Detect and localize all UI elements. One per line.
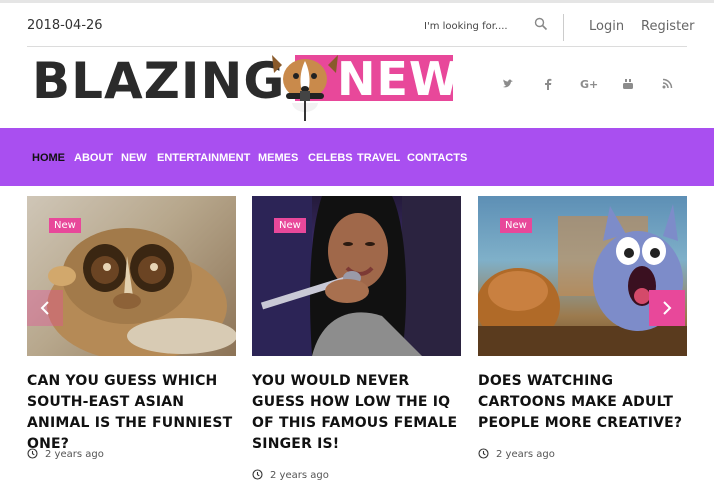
twitter-icon[interactable] <box>502 78 514 93</box>
carousel-prev-button[interactable] <box>27 290 63 326</box>
clock-icon <box>27 448 38 459</box>
article-timestamp: 2 years ago <box>252 469 329 481</box>
nav-item-new[interactable]: NEW <box>121 152 147 164</box>
chevron-left-icon <box>40 301 49 315</box>
search-icon[interactable] <box>534 17 548 31</box>
rss-icon[interactable] <box>662 78 673 92</box>
article-time-label: 2 years ago <box>496 449 555 460</box>
search-input[interactable]: I'm looking for.... <box>424 21 508 32</box>
topbar-divider <box>563 14 564 41</box>
topbar-separator <box>27 46 687 47</box>
date-label: 2018-04-26 <box>27 18 103 33</box>
facebook-icon[interactable] <box>544 78 552 93</box>
clock-icon <box>252 469 263 480</box>
article-image-loris[interactable]: New <box>27 196 236 356</box>
new-badge: New <box>500 218 532 233</box>
article-timestamp: 2 years ago <box>27 448 104 460</box>
article-time-label: 2 years ago <box>270 470 329 481</box>
nav-item-about[interactable]: ABOUT <box>74 152 113 164</box>
nav-item-memes[interactable]: MEMES <box>258 152 298 164</box>
google-plus-icon[interactable]: G+ <box>580 78 598 91</box>
article-timestamp: 2 years ago <box>478 448 555 460</box>
carousel-next-button[interactable] <box>649 290 685 326</box>
chevron-right-icon <box>663 301 672 315</box>
dog-mascot-icon <box>272 55 338 121</box>
site-logo[interactable]: BLAZING NEWS <box>32 52 494 125</box>
logo-text-news: NEWS <box>337 52 495 106</box>
article-title[interactable]: CAN YOU GUESS WHICH SOUTH-EAST ASIAN ANI… <box>27 371 242 455</box>
youtube-icon[interactable] <box>622 78 634 93</box>
nav-item-home[interactable]: HOME <box>32 152 65 164</box>
main-navigation: HOME ABOUT NEW ENTERTAINMENT MEMES CELEB… <box>0 128 714 186</box>
new-badge: New <box>49 218 81 233</box>
new-badge: New <box>274 218 306 233</box>
nav-item-contacts[interactable]: CONTACTS <box>407 152 467 164</box>
login-link[interactable]: Login <box>589 19 624 34</box>
clock-icon <box>478 448 489 459</box>
register-link[interactable]: Register <box>641 19 695 34</box>
article-title[interactable]: YOU WOULD NEVER GUESS HOW LOW THE IQ OF … <box>252 371 467 455</box>
article-image-singer[interactable]: New <box>252 196 461 356</box>
article-time-label: 2 years ago <box>45 449 104 460</box>
nav-item-entertainment[interactable]: ENTERTAINMENT <box>157 152 250 164</box>
article-title[interactable]: DOES WATCHING CARTOONS MAKE ADULT PEOPLE… <box>478 371 693 434</box>
nav-item-travel[interactable]: TRAVEL <box>357 152 400 164</box>
logo-text-blazing: BLAZING <box>32 52 286 110</box>
nav-item-celebs[interactable]: CELEBS <box>308 152 353 164</box>
article-image-cartoon[interactable]: New <box>478 196 687 356</box>
